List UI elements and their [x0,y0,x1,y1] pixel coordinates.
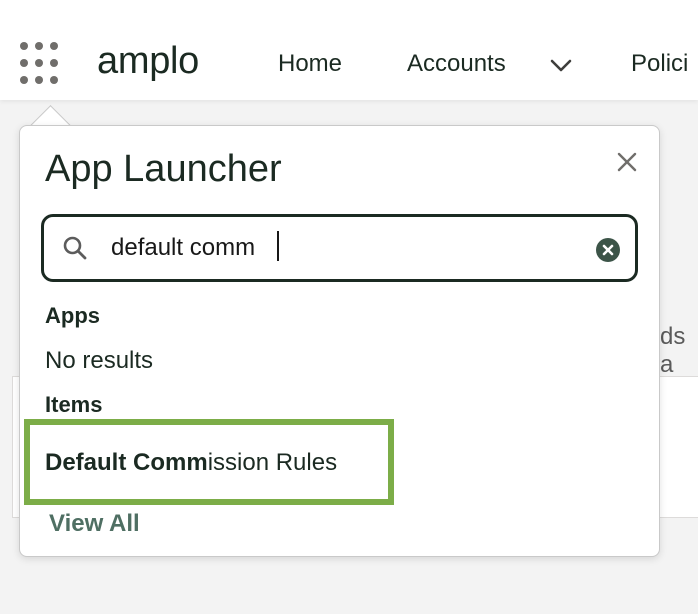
close-icon[interactable] [615,150,639,174]
result-match-text: Default Comm [45,449,208,476]
clear-search-icon[interactable] [595,237,621,263]
app-name: amplo [97,40,199,82]
background-partial-text: ds a [660,323,686,378]
nav-item-accounts[interactable]: Accounts [407,50,506,78]
apps-no-results: No results [45,347,154,374]
view-all-link[interactable]: View All [49,510,140,538]
apps-heading: Apps [45,303,100,328]
nav-item-policies[interactable]: Polici [631,50,688,78]
search-input[interactable] [111,231,581,265]
app-launcher-waffle-icon[interactable] [20,42,64,86]
chevron-down-icon[interactable] [546,52,576,78]
popover-title: App Launcher [45,148,282,190]
nav-item-home[interactable]: Home [278,50,342,78]
search-icon [63,236,87,260]
search-box [41,214,638,282]
item-default-commission-rules[interactable]: Default Commission Rules [45,449,337,477]
text-cursor [277,231,279,261]
top-navigation-bar: amplo Home Accounts Polici [0,0,698,100]
result-rest-text: ission Rules [207,449,338,476]
app-launcher-popover: App Launcher Apps No results Items Defau… [19,125,660,557]
items-heading: Items [45,392,103,417]
